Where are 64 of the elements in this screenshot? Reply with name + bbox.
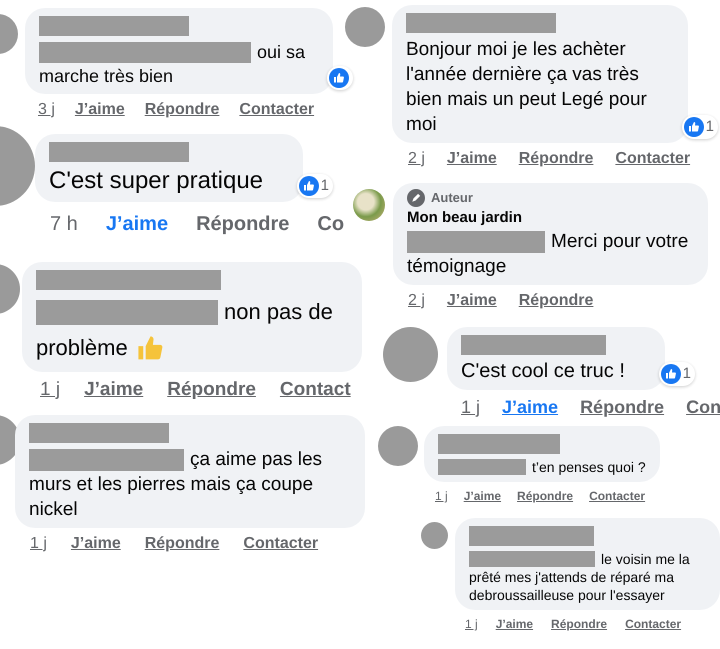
reply-link[interactable]: Répondre xyxy=(580,396,664,418)
comment-text: t’en penses quoi ? xyxy=(532,458,646,476)
reaction-badge[interactable]: 1 xyxy=(296,174,333,198)
comment-text: oui sa xyxy=(257,41,306,64)
contact-link[interactable]: Co xyxy=(317,212,344,236)
contact-link[interactable]: Contact xyxy=(280,378,351,401)
contact-link[interactable]: Contacter xyxy=(615,149,690,169)
comment-text: ça aime pas les xyxy=(190,448,322,472)
contact-link[interactable]: Contacter xyxy=(243,534,318,554)
thumbs-up-icon xyxy=(688,121,700,133)
like-link[interactable]: J’aime xyxy=(84,378,144,401)
like-link[interactable]: J’aime xyxy=(502,396,558,418)
reaction-badge[interactable]: 1 xyxy=(658,362,695,386)
reply-link[interactable]: Répondre xyxy=(551,616,608,632)
reaction-badge[interactable] xyxy=(327,66,353,90)
comment-text: non pas de xyxy=(224,298,333,326)
reply-link[interactable]: Répondre xyxy=(144,100,220,120)
thumbs-up-icon xyxy=(664,368,677,380)
like-link[interactable]: J’aime xyxy=(106,212,168,236)
contact-link[interactable]: Contacter xyxy=(625,616,682,632)
contact-link[interactable]: Con xyxy=(686,396,720,418)
like-link[interactable]: J’aime xyxy=(70,534,121,554)
like-link[interactable]: J’aime xyxy=(464,488,502,504)
reply-link[interactable]: Répondre xyxy=(144,534,220,554)
thumbs-up-icon xyxy=(302,180,315,192)
like-link[interactable]: J’aime xyxy=(74,100,125,120)
timestamp: 1 j xyxy=(435,488,448,504)
timestamp: 3 j xyxy=(38,100,55,120)
comment-text: Bonjour moi je les achèter l'année dernière ça vas très bien mais un peut Legé pour moi xyxy=(406,38,648,137)
comment-text: le voisin me la xyxy=(601,550,690,568)
avatar xyxy=(345,7,385,47)
comment-text: C'est super pratique xyxy=(49,166,264,196)
comment-text: Merci pour votre xyxy=(551,230,688,254)
like-link[interactable]: J’aime xyxy=(446,291,497,311)
reaction-badge[interactable]: 1 xyxy=(682,115,718,139)
contact-link[interactable]: Contacter xyxy=(589,488,646,504)
thumbs-up-icon xyxy=(333,72,345,84)
timestamp: 1 j xyxy=(40,378,60,401)
comment-text: problème xyxy=(36,334,128,362)
timestamp: 1 j xyxy=(461,396,480,418)
timestamp: 2 j xyxy=(408,149,425,169)
comment-text: marche très bien xyxy=(39,65,174,88)
avatar xyxy=(421,522,448,549)
reply-link[interactable]: Répondre xyxy=(196,212,290,236)
timestamp: 2 j xyxy=(408,291,425,311)
reply-link[interactable]: Répondre xyxy=(517,488,574,504)
comment-text: murs et les pierres mais ça coupe nickel xyxy=(29,473,314,522)
author-name[interactable]: Mon beau jardin xyxy=(407,207,694,229)
comment-text: prêté mes j'attends de réparé ma debroussailleuse pour l'essayer xyxy=(469,568,676,604)
reply-link[interactable]: Répondre xyxy=(167,378,256,401)
timestamp: 1 j xyxy=(465,616,478,632)
timestamp: 7 h xyxy=(50,212,78,236)
avatar xyxy=(378,426,418,466)
timestamp: 1 j xyxy=(30,534,47,554)
reply-link[interactable]: Répondre xyxy=(518,149,594,169)
reply-link[interactable]: Répondre xyxy=(518,291,594,311)
author-label: Auteur xyxy=(431,189,473,207)
like-link[interactable]: J’aime xyxy=(446,149,497,169)
pen-icon xyxy=(407,189,425,207)
comment-text: témoignage xyxy=(407,255,506,279)
like-link[interactable]: J’aime xyxy=(496,616,534,632)
comment-text: C'est cool ce truc ! xyxy=(461,359,625,384)
photo-placeholder xyxy=(353,189,385,221)
contact-link[interactable]: Contacter xyxy=(239,100,314,120)
